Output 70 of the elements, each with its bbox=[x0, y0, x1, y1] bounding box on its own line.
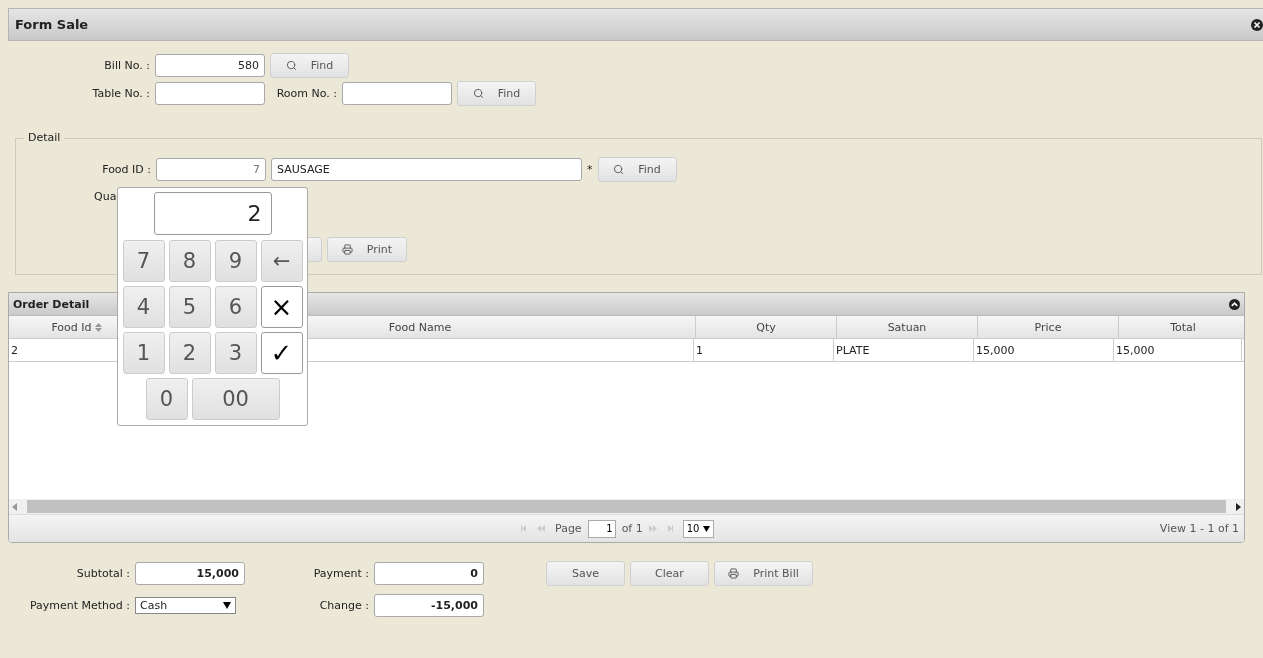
field-label: Payment : bbox=[312, 567, 369, 580]
grid-title: Order Detail bbox=[13, 297, 90, 311]
change-field[interactable]: -15,000 bbox=[374, 594, 484, 617]
keypad-key[interactable]: 1 bbox=[122, 332, 165, 374]
sort-icon bbox=[94, 322, 102, 332]
keypad-key[interactable]: 9 bbox=[214, 240, 257, 282]
food-name-field[interactable]: SAUSAGE bbox=[271, 158, 582, 181]
field-label: Room No. : bbox=[275, 87, 337, 100]
subtotal-field[interactable]: 15,000 bbox=[135, 562, 245, 585]
keypad-key[interactable]: 4 bbox=[122, 286, 165, 328]
keypad-key[interactable]: 7 bbox=[122, 240, 165, 282]
group-legend: Detail bbox=[24, 131, 65, 144]
table-cell: PLATE bbox=[834, 339, 974, 361]
column-header[interactable]: Total bbox=[1119, 316, 1244, 338]
table-cell: 1 bbox=[694, 339, 834, 361]
printer-icon bbox=[728, 568, 740, 579]
keypad-key[interactable]: 0 bbox=[145, 378, 188, 420]
keypad-key[interactable]: 6 bbox=[214, 286, 257, 328]
dropdown-arrow-icon bbox=[703, 525, 711, 532]
right-arrow-icon[interactable] bbox=[1236, 502, 1241, 511]
room-number-field[interactable] bbox=[342, 82, 452, 105]
close-icon[interactable] bbox=[1251, 18, 1263, 31]
print-bill-button[interactable]: Print Bill bbox=[714, 561, 813, 586]
form-button[interactable]: Clear bbox=[630, 561, 709, 586]
keypad-display: 2 bbox=[153, 192, 272, 235]
page-size-select[interactable]: 10 bbox=[682, 519, 715, 538]
keypad-key[interactable]: 5 bbox=[168, 286, 211, 328]
find-button[interactable]: Find bbox=[597, 157, 677, 182]
column-header[interactable]: Qty bbox=[696, 316, 837, 338]
keypad-key[interactable]: 8 bbox=[168, 240, 211, 282]
left-arrow-icon[interactable] bbox=[12, 502, 17, 511]
field-label: Qua bbox=[94, 190, 117, 203]
food-id-field[interactable]: 7 bbox=[156, 158, 266, 181]
printer-icon bbox=[341, 244, 353, 255]
keypad-key[interactable]: 2 bbox=[168, 332, 211, 374]
keypad-key[interactable]: 3 bbox=[214, 332, 257, 374]
field-label: Subtotal : bbox=[75, 567, 130, 580]
keypad-key[interactable]: × bbox=[260, 286, 303, 328]
print-button[interactable]: Print bbox=[327, 237, 407, 262]
search-icon bbox=[472, 88, 484, 99]
payment-method-select[interactable]: Cash bbox=[135, 597, 236, 614]
search-icon bbox=[285, 60, 297, 71]
dropdown-arrow-icon bbox=[223, 602, 231, 609]
table-number-field[interactable] bbox=[155, 82, 265, 105]
page-field[interactable]: 1 bbox=[587, 519, 616, 538]
find-button[interactable]: Find bbox=[270, 53, 349, 78]
table-cell: 15,000 bbox=[974, 339, 1114, 361]
keypad-key[interactable]: ✓ bbox=[260, 332, 303, 374]
keypad-key[interactable]: ← bbox=[260, 240, 303, 282]
field-label: Bill No. : bbox=[103, 59, 150, 72]
scrollbar[interactable] bbox=[9, 499, 1244, 514]
page-label: Page bbox=[555, 522, 582, 535]
bill-number-field[interactable]: 580 bbox=[155, 54, 265, 77]
search-icon bbox=[613, 164, 625, 175]
window-title: Form Sale bbox=[15, 17, 89, 32]
table-cell: 15,000 bbox=[1114, 339, 1242, 361]
field-label: Payment Method : bbox=[28, 599, 130, 612]
record-count: View 1 - 1 of 1 bbox=[1159, 522, 1239, 535]
column-header[interactable]: Price bbox=[978, 316, 1119, 338]
page-count: of 1 bbox=[621, 522, 643, 535]
keypad-key[interactable]: 00 bbox=[191, 378, 280, 420]
column-header[interactable]: Satuan bbox=[837, 316, 978, 338]
payment-field[interactable]: 0 bbox=[374, 562, 484, 585]
required-mark: * bbox=[587, 163, 593, 176]
field-label: Table No. : bbox=[91, 87, 150, 100]
collapse-icon[interactable] bbox=[1229, 298, 1240, 310]
field-label: Food ID : bbox=[101, 163, 151, 176]
form-button[interactable]: Save bbox=[546, 561, 625, 586]
field-label: Change : bbox=[318, 599, 369, 612]
find-button[interactable]: Find bbox=[457, 81, 536, 106]
